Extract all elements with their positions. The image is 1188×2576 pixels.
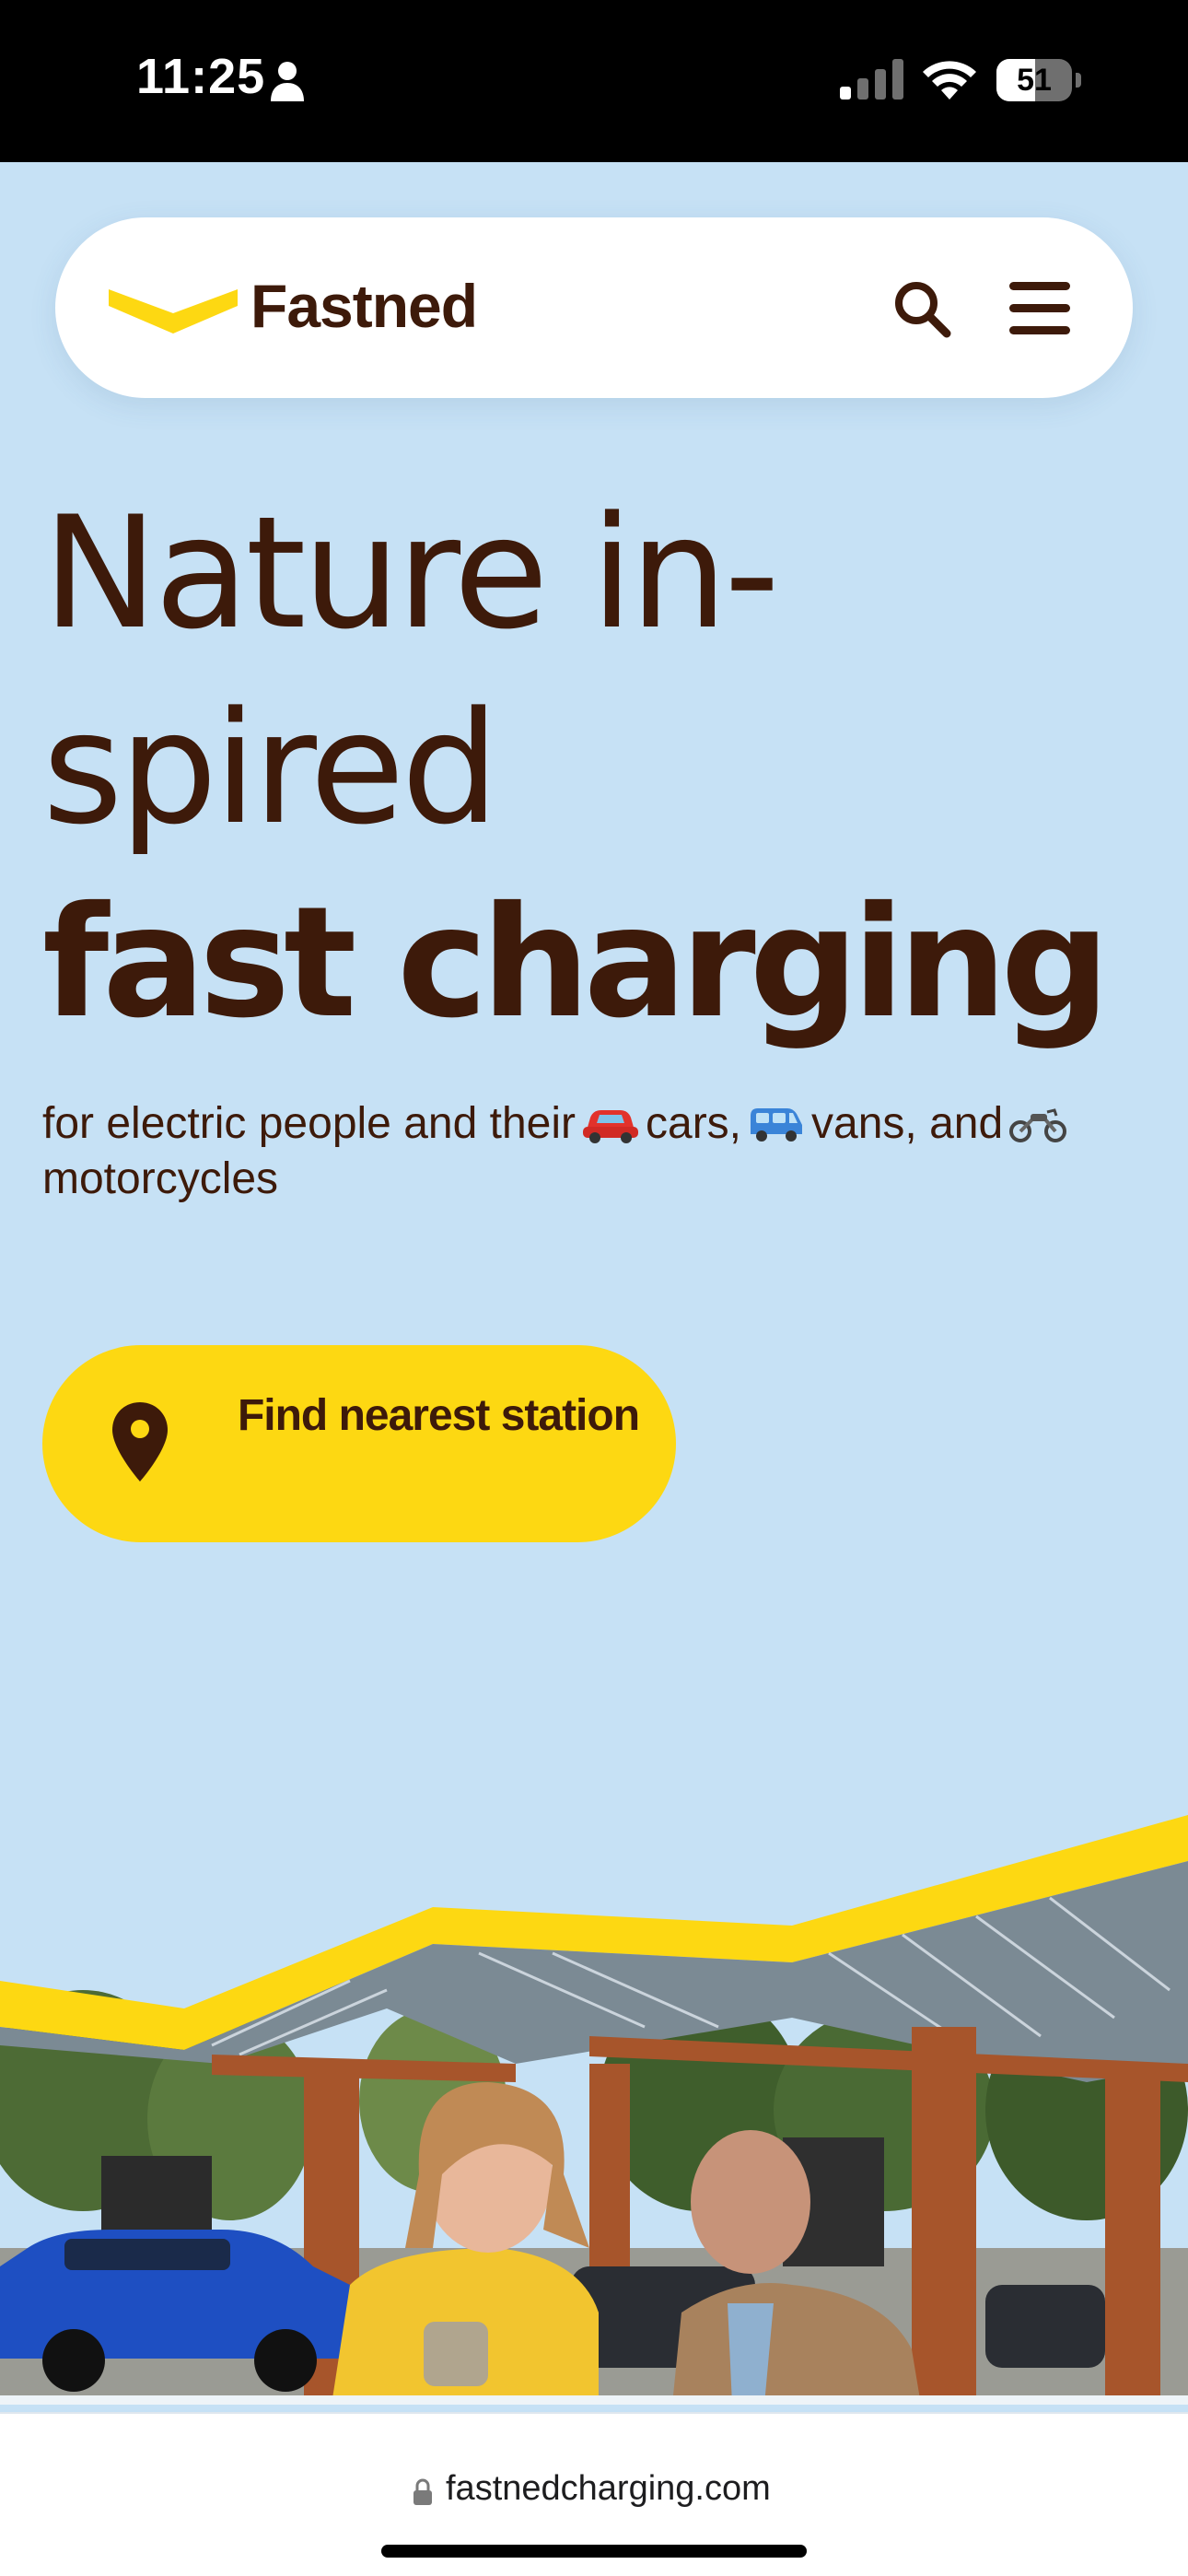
hero-title-line-3: fast charging <box>42 874 1110 1052</box>
subtitle-intro: for electric people and their <box>42 1099 576 1148</box>
battery-percent: 51 <box>1017 63 1052 98</box>
blue-van-emoji <box>751 1108 803 1142</box>
url-text[interactable]: fastnedcharging.com <box>446 2469 771 2509</box>
home-indicator[interactable] <box>381 2545 807 2558</box>
hero-subtitle: for electric people and their cars, vans… <box>42 1096 1157 1207</box>
screen: 11:25 51 Fastned Nature in- spired fast … <box>0 0 1188 2576</box>
subtitle-motorcycles: motorcycles <box>42 1154 279 1203</box>
hero-title-line-1: Nature in- <box>42 483 780 663</box>
browser-address-bar[interactable]: fastnedcharging.com <box>0 2412 1188 2576</box>
red-car-emoji <box>583 1110 638 1143</box>
search-icon <box>895 282 951 338</box>
status-time: 11:25 <box>136 49 266 104</box>
location-pin-icon <box>112 1402 168 1481</box>
battery-icon: 51 <box>996 59 1081 101</box>
search-button[interactable] <box>890 276 954 341</box>
find-nearest-station-button[interactable]: Find nearest station <box>42 1345 676 1542</box>
charging-station-photo <box>0 1585 1188 2405</box>
hero-title-line-2: spired <box>42 678 499 859</box>
person-icon <box>271 62 304 101</box>
brand-name: Fastned <box>250 272 478 340</box>
motorcycle-emoji <box>1009 1108 1067 1142</box>
status-bar: 11:25 51 <box>0 0 1188 162</box>
cta-label: Find nearest station <box>237 1391 640 1440</box>
wifi-icon <box>923 61 976 100</box>
menu-button[interactable] <box>1006 276 1074 341</box>
fastned-logo-icon <box>109 289 238 334</box>
site-header: Fastned <box>55 217 1133 398</box>
lock-icon <box>413 2478 432 2505</box>
hamburger-menu-icon <box>1009 282 1070 334</box>
cellular-signal-icon <box>840 59 903 100</box>
hero-title: Nature in- spired fast charging <box>42 475 1147 1061</box>
subtitle-vans: vans, and <box>811 1099 1004 1148</box>
subtitle-cars: cars, <box>646 1099 742 1148</box>
